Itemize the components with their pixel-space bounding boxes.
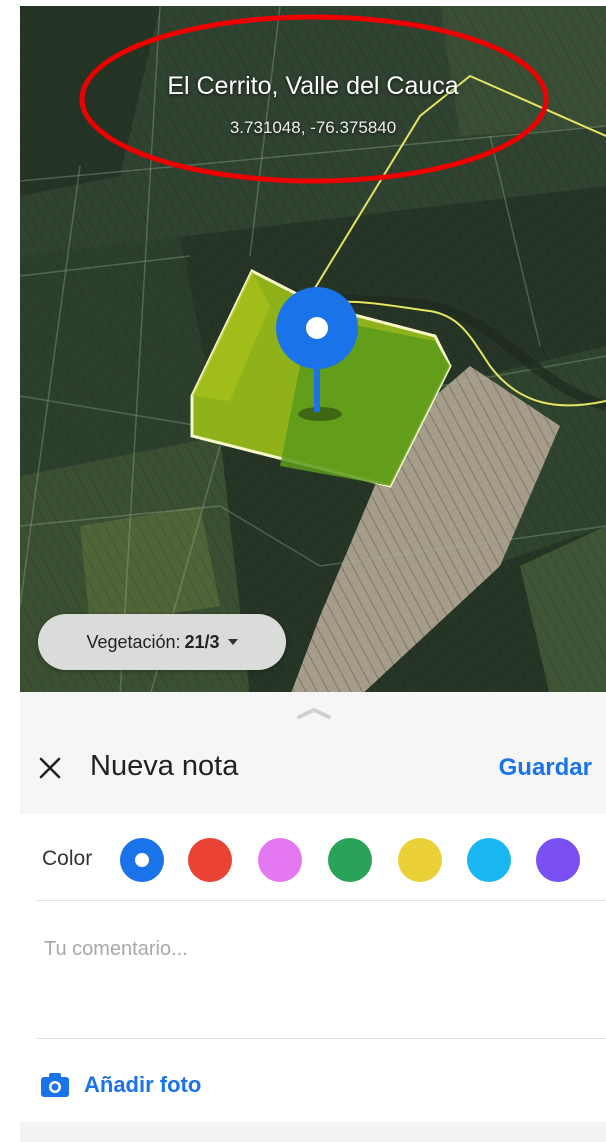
color-swatch-yellow[interactable] (398, 838, 442, 882)
satellite-imagery (20, 6, 606, 696)
color-swatch-red[interactable] (188, 838, 232, 882)
chevron-up-icon[interactable] (296, 706, 332, 720)
vegetation-date-selector[interactable]: Vegetación: 21/3 (38, 614, 286, 670)
vegetation-label: Vegetación: (86, 631, 181, 652)
color-swatch-green[interactable] (328, 838, 372, 882)
color-swatch-pink[interactable] (258, 838, 302, 882)
divider (36, 1038, 606, 1039)
sheet-header: Nueva nota Guardar (20, 692, 606, 814)
color-swatch-cyan[interactable] (467, 838, 511, 882)
close-icon[interactable] (34, 752, 66, 784)
vegetation-date: 21/3 (184, 631, 220, 652)
add-photo-label: Añadir foto (84, 1072, 202, 1097)
location-name: El Cerrito, Valle del Cauca (167, 72, 459, 100)
satellite-map[interactable]: El Cerrito, Valle del Cauca 3.731048, -7… (20, 6, 606, 696)
color-label: Color (42, 847, 93, 870)
color-swatch-blue[interactable] (120, 838, 164, 882)
location-coordinates: 3.731048, -76.375840 (229, 118, 397, 137)
save-button[interactable]: Guardar (499, 754, 592, 782)
caret-down-icon (227, 639, 238, 645)
color-swatch-purple[interactable] (536, 838, 580, 882)
new-note-sheet: Nueva nota Guardar Color Añadir foto (20, 692, 606, 1142)
comment-input[interactable] (42, 928, 586, 970)
add-photo-button[interactable]: Añadir foto (40, 1070, 201, 1100)
camera-icon (41, 1073, 69, 1097)
app-screen: El Cerrito, Valle del Cauca 3.731048, -7… (0, 0, 606, 1142)
divider (36, 900, 606, 901)
bottom-bar (20, 1122, 606, 1142)
sheet-title: Nueva nota (90, 750, 239, 782)
